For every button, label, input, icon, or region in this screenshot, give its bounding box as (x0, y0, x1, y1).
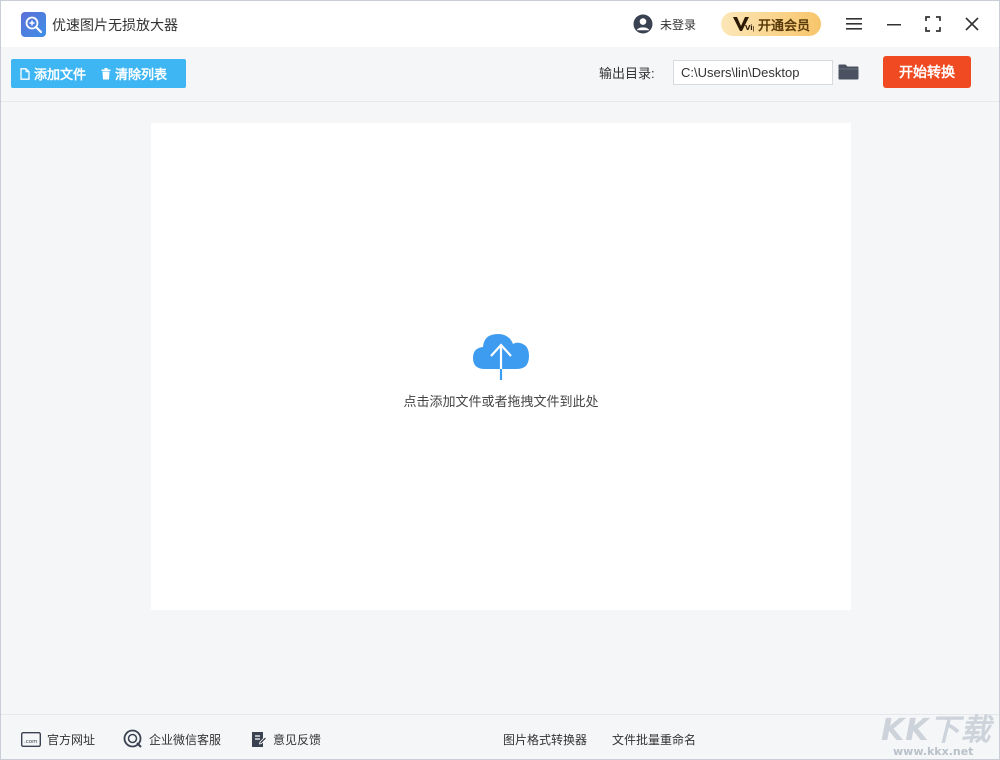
app-window: 优速图片无损放大器 未登录 Vip 开通会员 (0, 0, 1000, 760)
toolbar: 添加文件 清除列表 输出目录: 开始转换 (1, 47, 999, 102)
start-convert-button[interactable]: 开始转换 (883, 56, 971, 88)
close-button[interactable] (961, 13, 983, 35)
browse-folder-button[interactable] (838, 63, 859, 81)
official-website-link[interactable]: .com 官方网址 (21, 729, 95, 749)
footer-bar: .com 官方网址 企业微信客服 意见反馈 图片格式转换器 文件批量重命名 (1, 714, 999, 759)
batch-rename-link[interactable]: 文件批量重命名 (612, 729, 696, 749)
hamburger-menu-icon (846, 18, 862, 30)
file-button-group: 添加文件 清除列表 (11, 59, 186, 88)
drop-hint-text: 点击添加文件或者拖拽文件到此处 (403, 394, 599, 409)
wechat-chat-icon (123, 729, 142, 748)
maximize-button[interactable] (922, 13, 944, 35)
fullscreen-icon (925, 16, 941, 32)
output-dir-input[interactable] (673, 60, 833, 85)
clear-list-label: 清除列表 (115, 67, 168, 82)
wechat-service-label: 企业微信客服 (149, 732, 222, 747)
user-avatar-icon (633, 14, 653, 34)
title-bar: 优速图片无损放大器 未登录 Vip 开通会员 (1, 1, 999, 47)
vip-label: 开通会员 (757, 17, 810, 33)
clear-list-button[interactable]: 清除列表 (92, 59, 173, 88)
folder-icon (838, 64, 859, 80)
app-title: 优速图片无损放大器 (52, 17, 178, 33)
feedback-link[interactable]: 意见反馈 (251, 729, 321, 749)
website-icon-text: .com (24, 739, 38, 745)
format-converter-label: 图片格式转换器 (503, 732, 588, 747)
menu-button[interactable] (843, 13, 865, 35)
file-drop-zone[interactable]: 点击添加文件或者拖拽文件到此处 (151, 123, 851, 610)
feedback-label: 意见反馈 (273, 732, 322, 747)
vip-badge-icon: Vip (732, 17, 754, 32)
wechat-service-link[interactable]: 企业微信客服 (123, 729, 221, 749)
add-files-label: 添加文件 (34, 67, 87, 82)
add-files-button[interactable]: 添加文件 (11, 59, 92, 88)
format-converter-link[interactable]: 图片格式转换器 (503, 729, 587, 749)
trash-icon (101, 67, 111, 79)
feedback-icon (252, 731, 267, 747)
batch-rename-label: 文件批量重命名 (612, 732, 697, 747)
vip-badge-text: Vip (745, 24, 754, 32)
output-dir-label: 输出目录: (599, 66, 655, 81)
user-status-label: 未登录 (660, 17, 697, 32)
website-icon: .com (21, 731, 41, 747)
vip-button[interactable]: Vip 开通会员 (721, 12, 821, 36)
minimize-icon (887, 24, 901, 26)
app-logo-icon (21, 12, 46, 37)
close-icon (965, 17, 979, 31)
login-button[interactable]: 未登录 (633, 13, 696, 35)
website-label: 官方网址 (47, 732, 96, 747)
minimize-button[interactable] (883, 13, 905, 35)
cloud-upload-icon (473, 334, 529, 380)
file-icon (20, 67, 30, 80)
